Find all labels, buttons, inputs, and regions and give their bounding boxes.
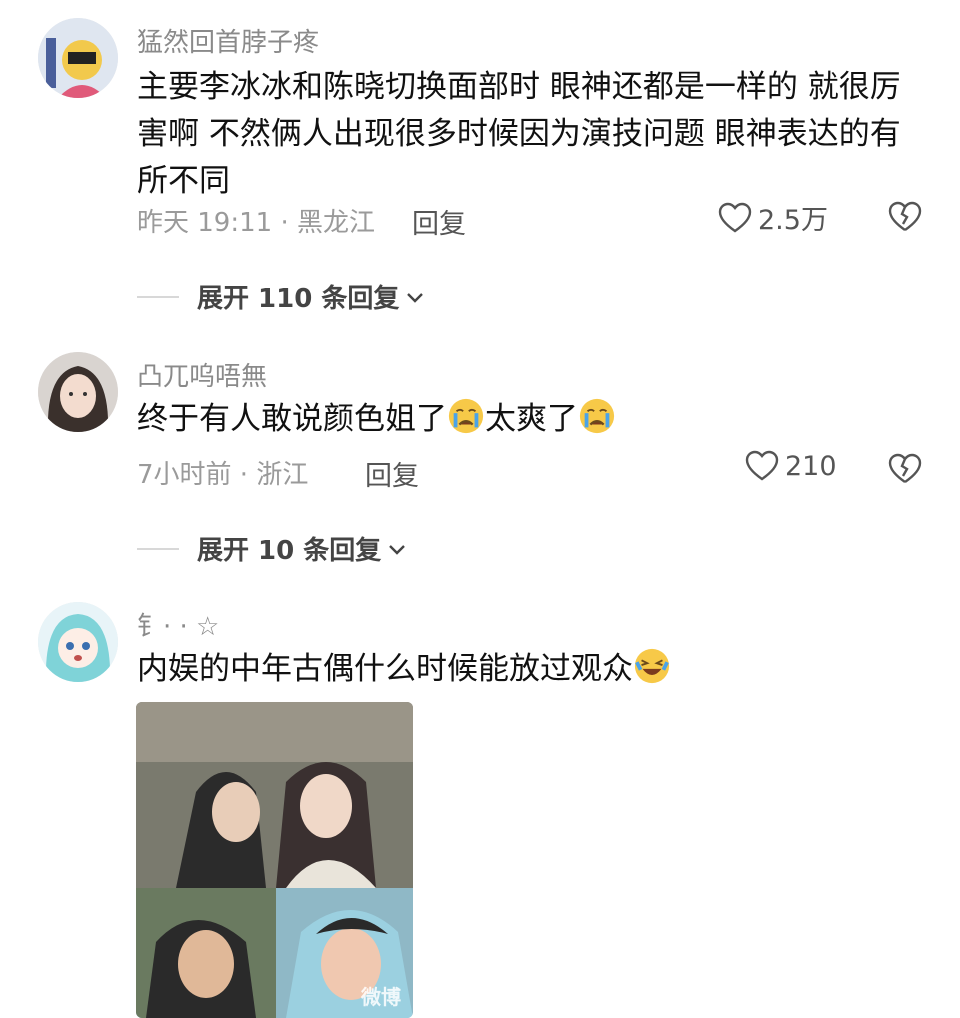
crying-emoji-icon xyxy=(448,398,484,434)
expand-replies-label: 展开 110 条回复 xyxy=(197,284,400,314)
comment-text: 主要李冰冰和陈晓切换面部时 眼神还都是一样的 就很厉害啊 不然俩人出现很多时候因… xyxy=(137,69,901,199)
comment-meta: 7小时前 · 浙江 xyxy=(137,460,309,490)
divider xyxy=(137,547,179,550)
watermark: 微博 xyxy=(361,985,401,1009)
comment-meta: 昨天 19:11 · 黑龙江 xyxy=(137,208,375,238)
crying-emoji-icon xyxy=(579,398,615,434)
comment-text-part: 太爽了 xyxy=(485,401,578,437)
reply-button[interactable]: 回复 xyxy=(412,202,466,241)
comment-image[interactable]: 微博 xyxy=(136,702,413,1018)
expand-replies[interactable]: 展开 10 条回复 xyxy=(137,530,409,567)
username[interactable]: 凸兀呜唔無 xyxy=(137,356,267,393)
divider xyxy=(137,295,179,298)
comment-text: 终于有人敢说颜色姐了 太爽了 xyxy=(137,396,917,443)
heart-icon xyxy=(718,202,752,232)
chevron-down-icon xyxy=(407,292,424,303)
chevron-down-icon xyxy=(389,544,406,555)
comment-text-part: 终于有人敢说颜色姐了 xyxy=(137,401,447,437)
comment-1: 猛然回首脖子疼 主要李冰冰和陈晓切换面部时 眼神还都是一样的 就很厉害啊 不然俩… xyxy=(0,0,960,340)
expand-replies[interactable]: 展开 110 条回复 xyxy=(137,278,427,315)
comment-2: 凸兀呜唔無 终于有人敢说颜色姐了 太爽了 7小时前 · 浙江 回复 210 展开 … xyxy=(0,340,960,590)
comment-text-part: 内娱的中年古偶什么时候能放过观众 xyxy=(137,651,633,687)
reply-button[interactable]: 回复 xyxy=(365,454,419,493)
avatar[interactable] xyxy=(38,18,118,98)
username[interactable]: 猛然回首脖子疼 xyxy=(137,22,319,59)
like-count: 210 xyxy=(785,450,837,482)
like-button[interactable]: 210 xyxy=(745,450,837,482)
broken-heart-icon[interactable] xyxy=(888,452,922,486)
avatar[interactable] xyxy=(38,602,118,682)
like-count: 2.5万 xyxy=(758,205,828,236)
broken-heart-icon[interactable] xyxy=(888,200,922,234)
like-button[interactable]: 2.5万 xyxy=(718,198,828,237)
laughing-emoji-icon xyxy=(634,648,670,684)
avatar[interactable] xyxy=(38,352,118,432)
expand-replies-label: 展开 10 条回复 xyxy=(197,536,382,566)
username[interactable]: 钅· · ☆ xyxy=(137,606,219,643)
comment-text: 内娱的中年古偶什么时候能放过观众 xyxy=(137,646,917,693)
heart-icon xyxy=(745,450,779,481)
